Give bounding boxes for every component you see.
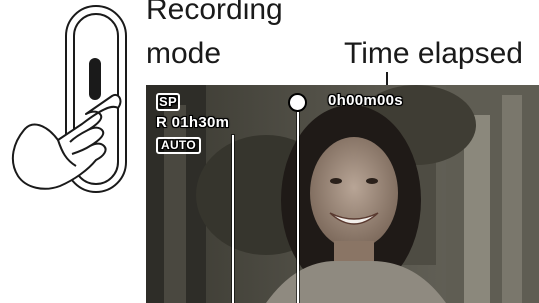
- remaining-time-readout: R 01h30m: [156, 114, 230, 131]
- record-dot-icon: [290, 95, 305, 110]
- time-elapsed-label: Time elapsed: [344, 37, 523, 70]
- auto-mode-badge: AUTO: [156, 137, 201, 154]
- elapsed-time-counter: 0h00m00s: [328, 92, 403, 109]
- recording-mode-label-line2: mode: [146, 37, 222, 70]
- recording-mode-label: Recording: [146, 0, 283, 26]
- remaining-time-pointer-line: [232, 135, 234, 303]
- record-indicator-pointer-line: [297, 112, 299, 303]
- recording-mode-badge: SP: [156, 93, 180, 111]
- hand-pressing-button-icon: [11, 5, 127, 193]
- viewfinder-screen: SP R 01h30m AUTO 0h00m00s: [146, 85, 539, 303]
- record-button-slot[interactable]: [89, 58, 101, 100]
